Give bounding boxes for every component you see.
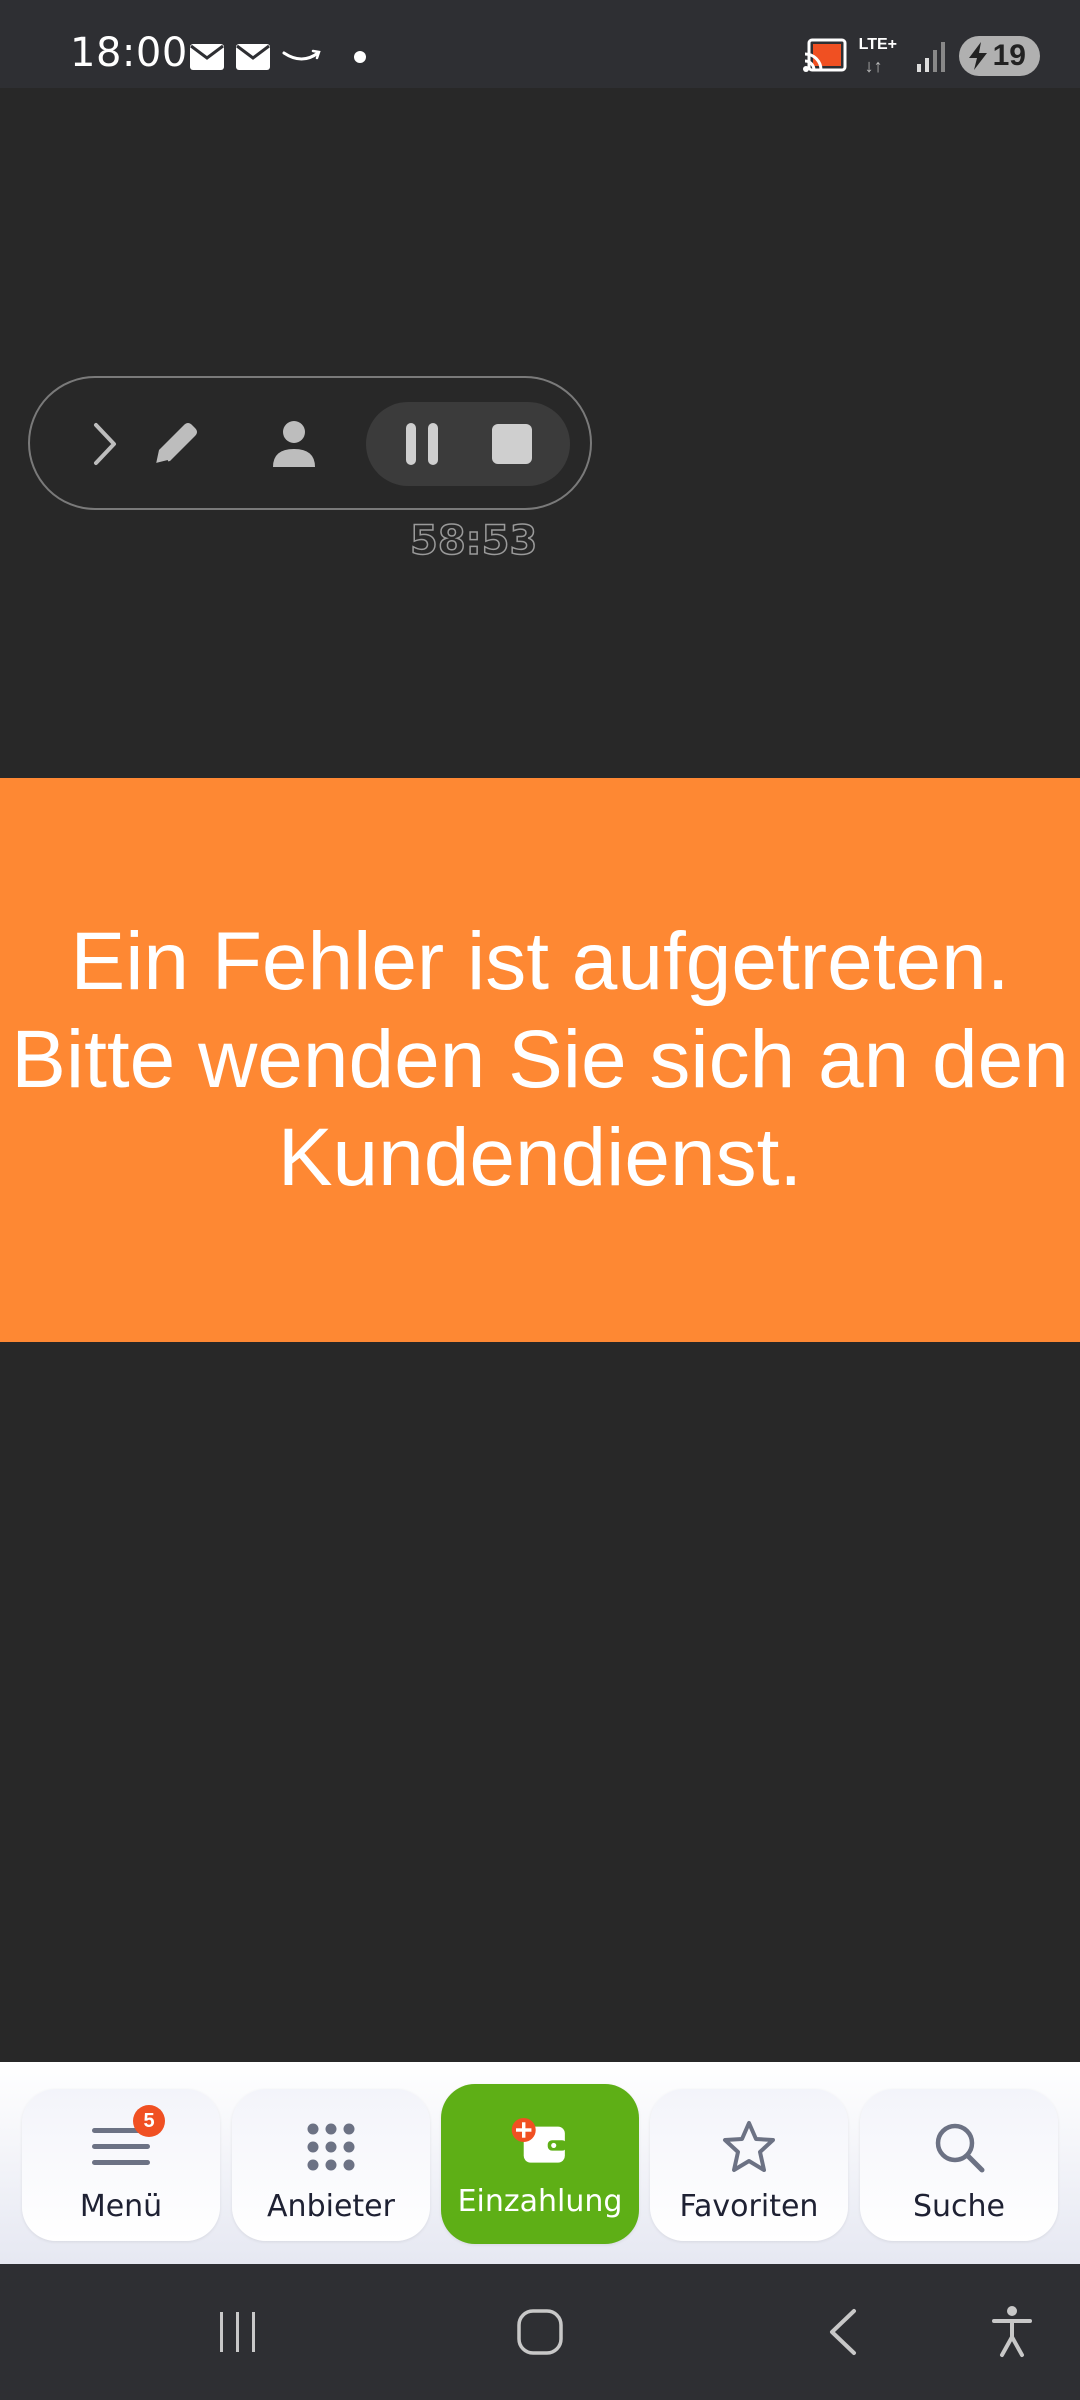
status-bar: 18:00 LTE+ ↓↑ 19 — [0, 0, 1080, 88]
lte-indicator: LTE+ ↓↑ — [859, 36, 903, 76]
notification-icons — [190, 44, 366, 70]
star-icon-wrap — [719, 2119, 779, 2175]
error-banner: Ein Fehler ist aufgetreten. Bitte wenden… — [0, 778, 1080, 1342]
nav-item-favorites[interactable]: Favoriten — [650, 2089, 848, 2241]
draw-button[interactable] — [144, 412, 208, 476]
nav-label-providers: Anbieter — [267, 2189, 395, 2224]
system-navigation-bar — [0, 2264, 1080, 2400]
nav-item-deposit[interactable]: Einzahlung — [441, 2084, 639, 2244]
mail-icon — [190, 44, 224, 70]
recents-button[interactable] — [208, 2302, 268, 2362]
search-icon — [935, 2123, 985, 2173]
wallet-icon-wrap — [510, 2114, 570, 2170]
network-type: LTE+ — [858, 36, 897, 53]
nav-item-search[interactable]: Suche — [860, 2089, 1058, 2241]
screen: 18:00 LTE+ ↓↑ 19 58:53 Ein Fehler ist au… — [0, 0, 1080, 2400]
notification-badge: 5 — [133, 2105, 165, 2137]
nav-label-favorites: Favoriten — [679, 2189, 819, 2224]
system-status-icons: LTE+ ↓↑ 19 — [802, 36, 1040, 76]
pause-button[interactable] — [390, 412, 454, 476]
battery-level: 19 — [992, 39, 1026, 72]
recents-icon — [220, 2312, 255, 2352]
wallet-add-icon — [511, 2118, 567, 2163]
pause-icon — [406, 423, 438, 465]
amazon-icon — [282, 49, 321, 61]
back-button[interactable] — [814, 2302, 874, 2362]
expand-button[interactable] — [72, 412, 136, 476]
accessibility-icon — [992, 2306, 1032, 2357]
home-button[interactable] — [510, 2302, 570, 2362]
pen-icon — [155, 423, 197, 465]
menu-icon-wrap: 5 — [91, 2105, 165, 2175]
battery-indicator: 19 — [958, 36, 1040, 76]
stop-icon — [492, 424, 532, 464]
grid-icon — [307, 2123, 355, 2171]
screen-recorder-toolbar — [28, 376, 592, 510]
bottom-navigation: 5 Menü Anbieter Einzahlung Favoriten Suc… — [0, 2062, 1080, 2264]
back-icon — [830, 2309, 856, 2355]
selfie-camera-button[interactable] — [262, 412, 326, 476]
home-icon — [517, 2309, 563, 2355]
search-icon-wrap — [929, 2119, 989, 2175]
person-icon — [273, 421, 315, 467]
dot-icon — [354, 51, 366, 63]
grid-icon-wrap — [301, 2119, 361, 2175]
signal-icon — [916, 42, 945, 72]
accessibility-button[interactable] — [982, 2302, 1042, 2362]
nav-item-menu[interactable]: 5 Menü — [22, 2089, 220, 2241]
mail-icon — [236, 44, 270, 70]
battery-charging-icon — [968, 42, 987, 70]
stop-button[interactable] — [480, 412, 544, 476]
recording-timer: 58:53 — [409, 517, 538, 565]
data-arrows-icon: ↓↑ — [864, 56, 883, 76]
nav-label-menu: Menü — [79, 2189, 163, 2224]
expand-icon — [94, 423, 116, 465]
nav-label-search: Suche — [912, 2189, 1006, 2224]
nav-label-deposit: Einzahlung — [457, 2184, 623, 2219]
cast-icon — [802, 38, 847, 72]
error-message: Ein Fehler ist aufgetreten. Bitte wenden… — [11, 916, 1069, 1203]
star-icon — [723, 2121, 775, 2172]
nav-item-providers[interactable]: Anbieter — [232, 2089, 430, 2241]
status-time: 18:00 — [70, 30, 188, 76]
